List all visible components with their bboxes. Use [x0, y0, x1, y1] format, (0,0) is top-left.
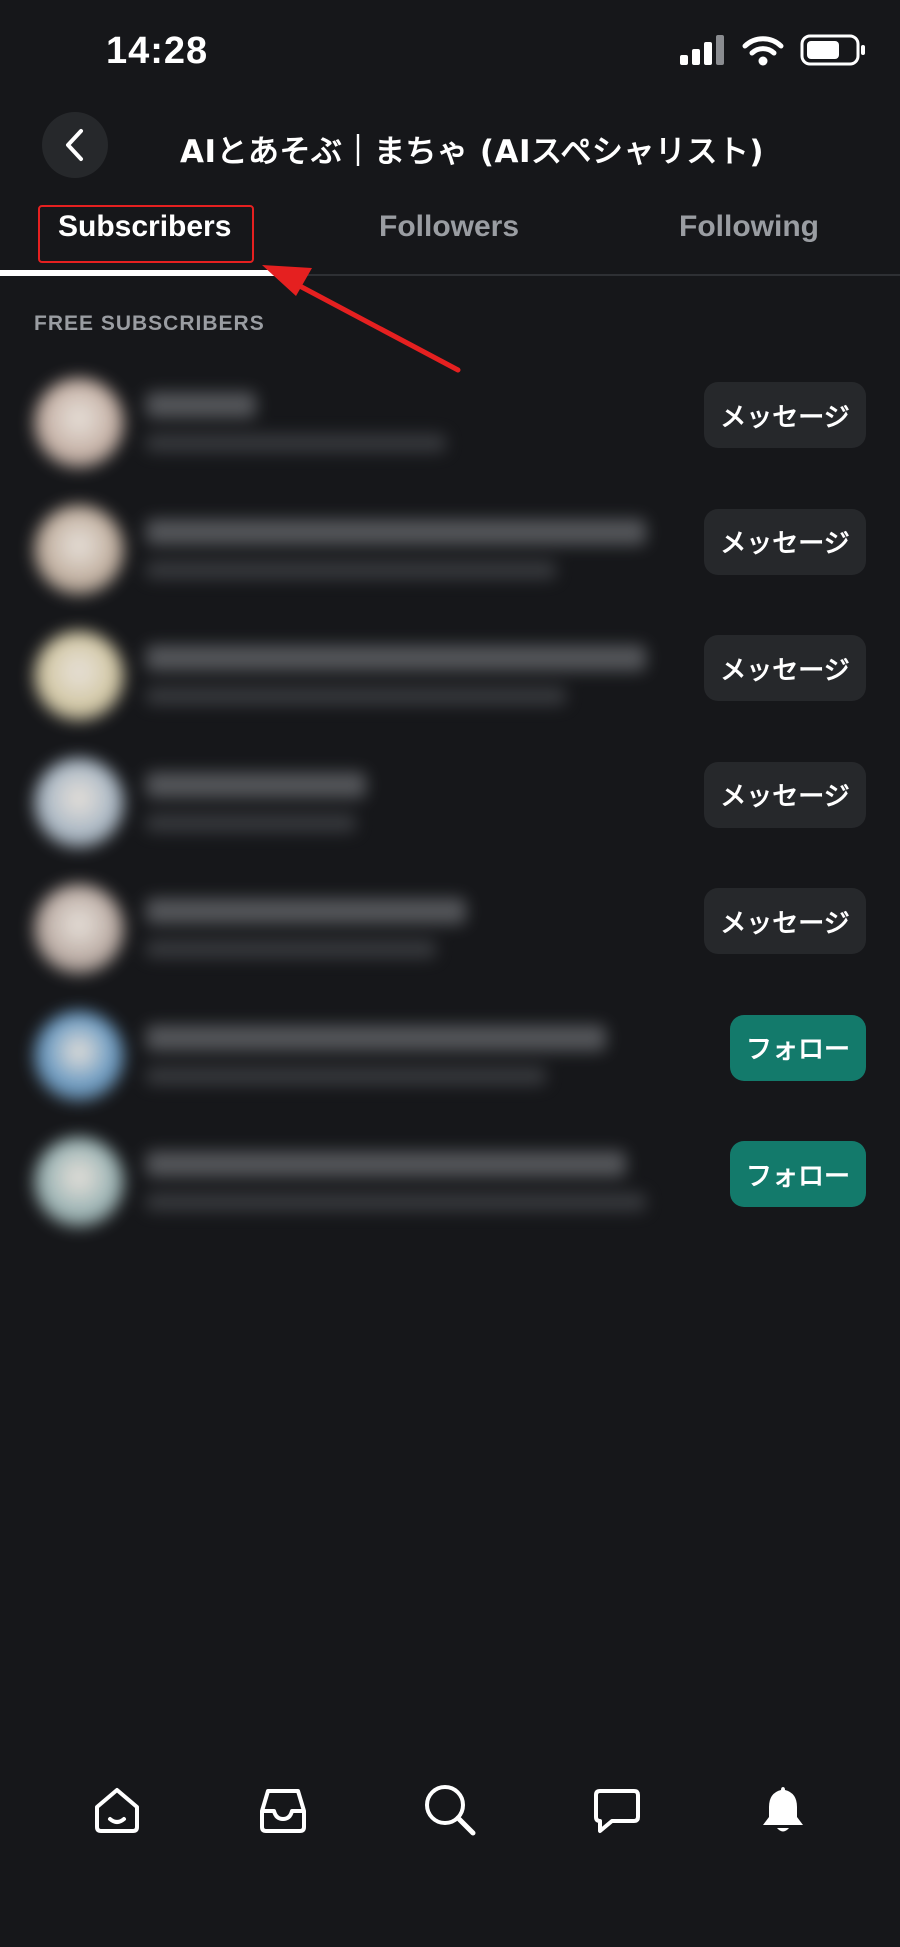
home-icon	[95, 1788, 139, 1833]
nav-notifications[interactable]	[751, 1778, 815, 1842]
search-icon	[425, 1785, 476, 1836]
user-name-redacted	[146, 1024, 606, 1051]
avatar	[34, 378, 124, 468]
list-item[interactable]: メッセージ	[0, 364, 900, 490]
inbox-icon	[260, 1789, 306, 1833]
blurred-user-info	[20, 364, 560, 486]
status-time: 14:28	[106, 30, 209, 72]
blurred-user-info	[20, 1123, 680, 1245]
nav-chat[interactable]	[585, 1778, 649, 1842]
nav-inbox[interactable]	[251, 1778, 315, 1842]
message-button[interactable]: メッセージ	[704, 635, 866, 701]
bell-icon	[763, 1787, 803, 1832]
list-item[interactable]: メッセージ	[0, 491, 900, 617]
page-title: AIとあそぶ｜まちゃ (AIスペシャリスト)	[180, 134, 765, 170]
follow-button[interactable]: フォロー	[730, 1014, 866, 1081]
list-item[interactable]: メッセージ	[0, 870, 900, 996]
status-icons	[680, 34, 866, 66]
user-name-redacted	[146, 392, 256, 418]
user-bio-redacted	[146, 1193, 646, 1211]
avatar	[34, 504, 124, 595]
blurred-user-info	[20, 744, 680, 866]
blurred-user-info	[20, 997, 680, 1119]
blurred-user-info	[20, 870, 680, 992]
nav-search[interactable]	[418, 1778, 482, 1842]
avatar	[34, 1137, 124, 1227]
status-bar: 14:28	[0, 0, 900, 100]
battery-icon	[800, 34, 865, 66]
chat-icon	[594, 1789, 640, 1833]
list-item[interactable]: フォロー	[0, 997, 900, 1123]
blurred-user-info	[20, 491, 680, 613]
list-item[interactable]: メッセージ	[0, 617, 900, 743]
user-bio-redacted	[146, 687, 566, 705]
active-tab-indicator	[0, 270, 298, 276]
tab-followers[interactable]: Followers	[379, 210, 519, 244]
nav-home[interactable]	[85, 1778, 149, 1842]
chevron-left-icon	[66, 129, 83, 161]
annotation-highlight-box	[38, 205, 254, 263]
message-button[interactable]: メッセージ	[704, 382, 866, 448]
avatar	[34, 631, 124, 721]
list-item[interactable]: メッセージ	[0, 744, 900, 870]
back-button[interactable]	[42, 112, 108, 178]
user-bio-redacted	[146, 940, 436, 958]
avatar	[34, 757, 124, 848]
follow-button[interactable]: フォロー	[730, 1141, 866, 1207]
wifi-icon	[742, 36, 784, 66]
user-name-redacted	[146, 898, 466, 924]
bottom-nav	[0, 1778, 900, 1868]
user-name-redacted	[146, 645, 646, 671]
user-bio-redacted	[146, 560, 556, 579]
user-name-redacted	[146, 1151, 626, 1177]
signal-icon	[680, 35, 724, 65]
user-name-redacted	[146, 771, 366, 798]
user-bio-redacted	[146, 813, 356, 832]
message-button[interactable]: メッセージ	[704, 761, 866, 828]
message-button[interactable]: メッセージ	[704, 508, 866, 575]
list-item[interactable]: フォロー	[0, 1123, 900, 1249]
section-label: FREE SUBSCRIBERS	[34, 312, 265, 335]
header: AIとあそぶ｜まちゃ (AIスペシャリスト)	[0, 104, 900, 188]
blurred-user-info	[20, 617, 680, 739]
avatar	[34, 1010, 124, 1101]
message-button[interactable]: メッセージ	[704, 888, 866, 954]
user-bio-redacted	[146, 434, 446, 452]
tab-following[interactable]: Following	[679, 210, 819, 244]
user-bio-redacted	[146, 1066, 546, 1085]
avatar	[34, 884, 124, 974]
user-name-redacted	[146, 518, 646, 545]
